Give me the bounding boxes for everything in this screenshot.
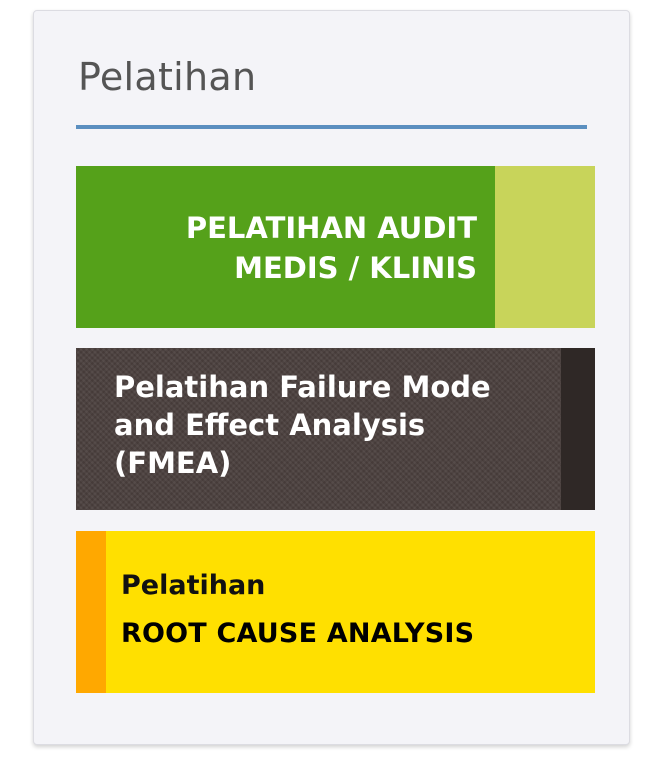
widget-title: Pelatihan [78,55,257,99]
banner-line: Pelatihan [121,570,266,601]
banner-line: (FMEA) [114,446,232,480]
banner-line: PELATIHAN AUDIT [185,211,477,245]
banner-root-cause-analysis[interactable]: Pelatihan ROOT CAUSE ANALYSIS [76,531,595,693]
banner-line: ROOT CAUSE ANALYSIS [121,618,475,649]
banner-line: and Effect Analysis [114,408,426,442]
banner-accent-strip [561,348,595,510]
banner-line: MEDIS / KLINIS [234,251,477,285]
training-widget: Pelatihan PELATIHAN AUDIT MEDIS / KLINIS… [33,10,630,745]
banner-accent-strip [76,531,106,693]
title-divider [76,125,587,129]
banner-text: Pelatihan Failure Mode and Effect Analys… [114,368,491,482]
banner-audit-medis-klinis[interactable]: PELATIHAN AUDIT MEDIS / KLINIS [76,166,595,328]
banner-accent-strip [495,166,595,328]
banner-text: PELATIHAN AUDIT MEDIS / KLINIS [186,208,477,288]
banner-line: Pelatihan Failure Mode [114,370,491,404]
banner-fmea[interactable]: Pelatihan Failure Mode and Effect Analys… [76,348,595,510]
